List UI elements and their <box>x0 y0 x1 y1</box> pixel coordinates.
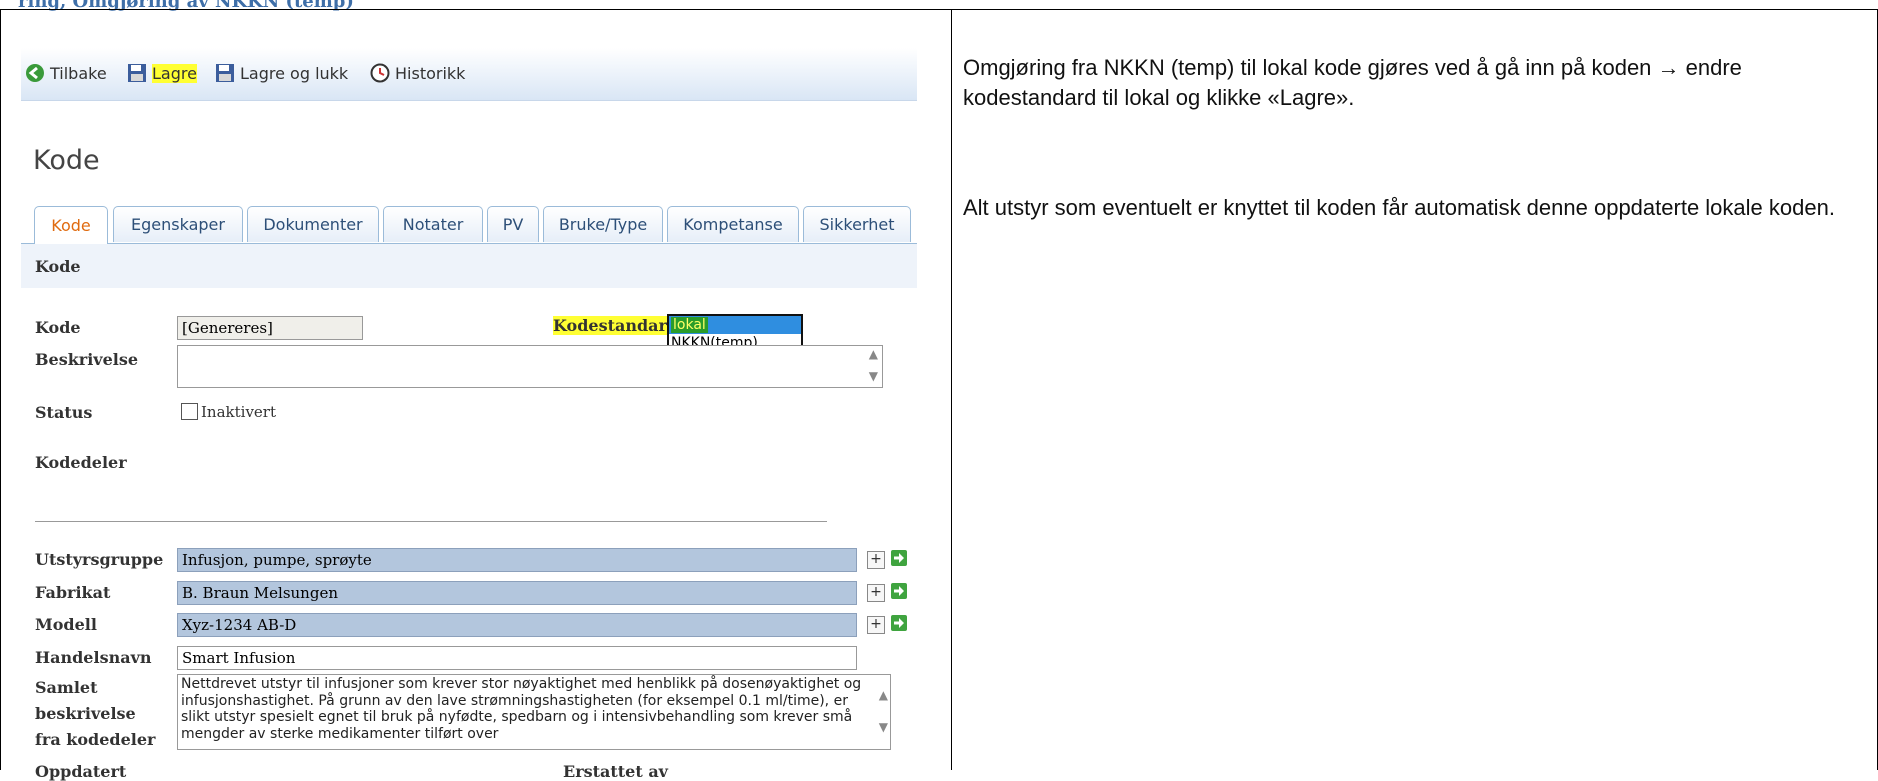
tab-pv[interactable]: PV <box>487 206 539 242</box>
oppdatert-label: Oppdatert <box>35 762 127 781</box>
info-paragraph: Alt utstyr som eventuelt er knyttet til … <box>963 195 1835 220</box>
fabrikat-field[interactable]: B. Braun Melsungen <box>177 581 857 605</box>
fabrikat-add-button[interactable]: + <box>867 584 885 602</box>
inaktivert-checkbox[interactable] <box>181 403 198 420</box>
clock-icon <box>370 63 390 83</box>
kodedeler-label: Kodedeler <box>35 453 127 472</box>
samlet-label-line-1: Samlet <box>35 678 98 697</box>
tab-dokumenter[interactable]: Dokumenter <box>247 206 379 242</box>
save-button[interactable]: Lagre <box>127 63 197 83</box>
utstyrsgruppe-field[interactable]: Infusjon, pumpe, sprøyte <box>177 548 857 572</box>
fabrikat-go-icon[interactable] <box>891 583 907 599</box>
utstyrsgruppe-add-button[interactable]: + <box>867 551 885 569</box>
modell-field[interactable]: Xyz-1234 AB-D <box>177 613 857 637</box>
scroll-down-icon[interactable]: ▼ <box>878 721 888 733</box>
section-header: Kode <box>21 244 917 288</box>
samlet-beskrivelse-text: Nettdrevet utstyr til infusjoner som kre… <box>181 676 862 742</box>
kodestandard-label: Kodestandard <box>553 316 679 335</box>
tab-egenskaper[interactable]: Egenskaper <box>113 206 243 242</box>
divider-line <box>35 521 827 522</box>
tab-kompetanse[interactable]: Kompetanse <box>667 206 799 242</box>
dropdown-option-lokal[interactable]: lokal <box>669 316 801 334</box>
history-label: Historikk <box>395 63 466 83</box>
app-screenshot: Tilbake Lagre Lagre og lukk Historikk Ko… <box>21 48 917 781</box>
samlet-beskrivelse-textarea[interactable]: Nettdrevet utstyr til infusjoner som kre… <box>177 674 891 750</box>
status-label: Status <box>35 403 93 422</box>
scroll-up-icon[interactable]: ▲ <box>878 689 888 701</box>
modell-add-button[interactable]: + <box>867 616 885 634</box>
tab-kode[interactable]: Kode <box>34 206 108 244</box>
samlet-label-line-2: beskrivelse <box>35 704 136 723</box>
tab-notater[interactable]: Notater <box>383 206 483 242</box>
instruction-paragraph: Omgjøring fra NKKN (temp) til lokal kode… <box>963 55 1742 110</box>
fabrikat-label: Fabrikat <box>35 583 111 602</box>
beskrivelse-label: Beskrivelse <box>35 350 139 369</box>
utstyrsgruppe-go-icon[interactable] <box>891 550 907 566</box>
back-button[interactable]: Tilbake <box>25 63 107 83</box>
handelsnavn-field[interactable]: Smart Infusion <box>177 646 857 670</box>
floppy-disk-icon <box>128 64 146 82</box>
back-arrow-icon <box>26 64 44 82</box>
back-label: Tilbake <box>50 63 107 83</box>
two-column-table: Tilbake Lagre Lagre og lukk Historikk Ko… <box>0 9 1878 781</box>
beskrivelse-textarea[interactable]: ▲ ▼ <box>177 345 883 388</box>
page-title: Kode <box>33 145 100 176</box>
utstyrsgruppe-label: Utstyrsgruppe <box>35 550 164 569</box>
kode-label: Kode <box>35 318 81 337</box>
modell-label: Modell <box>35 615 97 634</box>
history-button[interactable]: Historikk <box>370 63 465 83</box>
erstattet-av-label: Erstattet av <box>563 762 668 781</box>
floppy-disk-icon <box>216 64 234 82</box>
scroll-down-icon[interactable]: ▼ <box>869 370 878 382</box>
samlet-label-line-3: fra kodedeler <box>35 730 156 749</box>
kode-field: [Genereres] <box>177 316 363 340</box>
save-and-close-label: Lagre og lukk <box>240 63 349 83</box>
tab-bruke-type[interactable]: Bruke/Type <box>543 206 663 242</box>
column-divider <box>951 10 952 770</box>
tab-bar: Kode Egenskaper Dokumenter Notater PV Br… <box>21 206 917 244</box>
scroll-up-icon[interactable]: ▲ <box>869 348 878 360</box>
save-label: Lagre <box>152 63 197 83</box>
modell-go-icon[interactable] <box>891 615 907 631</box>
inaktivert-label: Inaktivert <box>201 403 276 421</box>
section-title: Kode <box>35 257 81 276</box>
handelsnavn-label: Handelsnavn <box>35 648 152 667</box>
tab-sikkerhet[interactable]: Sikkerhet <box>803 206 911 242</box>
save-and-close-button[interactable]: Lagre og lukk <box>215 63 348 83</box>
toolbar: Tilbake Lagre Lagre og lukk Historikk <box>21 48 917 101</box>
